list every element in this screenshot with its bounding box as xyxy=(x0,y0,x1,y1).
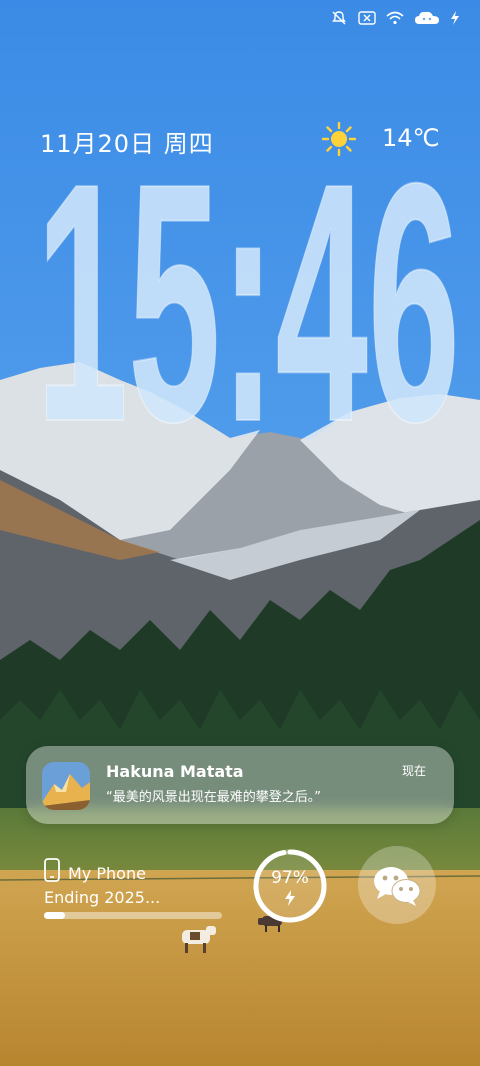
battery-widget[interactable]: 97% xyxy=(250,846,330,926)
device-subtitle: Ending 2025... xyxy=(44,888,161,907)
wifi-icon xyxy=(386,10,404,26)
sim-x-icon xyxy=(358,10,376,26)
notification-time: 现在 xyxy=(401,764,426,778)
device-name: My Phone xyxy=(68,864,146,883)
wechat-icon xyxy=(374,867,421,906)
device-progress-bar xyxy=(44,912,222,919)
mountain-thumbnail-icon xyxy=(42,762,90,810)
temperature-label: 14℃ xyxy=(382,124,440,152)
charging-bolt-icon xyxy=(450,10,460,26)
phone-icon xyxy=(44,858,60,882)
notification-title: Hakuna Matata xyxy=(106,762,244,781)
device-progress-fill xyxy=(44,912,66,919)
status-bar xyxy=(330,10,460,26)
music-notification[interactable]: Hakuna Matata 现在 “最美的风景出现在最难的攀登之后。” xyxy=(26,746,454,824)
clock-time: 15:46 xyxy=(36,150,460,450)
cloud-battery-icon xyxy=(414,10,440,26)
device-widget[interactable]: My Phone Ending 2025... xyxy=(44,856,224,926)
notification-body: “最美的风景出现在最难的攀登之后。” xyxy=(106,790,321,805)
charging-bolt-icon xyxy=(284,890,296,910)
lockscreen-clock: 15:46 xyxy=(35,150,461,450)
battery-percent: 97% xyxy=(271,868,309,888)
wechat-shortcut-button[interactable] xyxy=(358,846,436,924)
bell-off-icon xyxy=(330,10,348,26)
